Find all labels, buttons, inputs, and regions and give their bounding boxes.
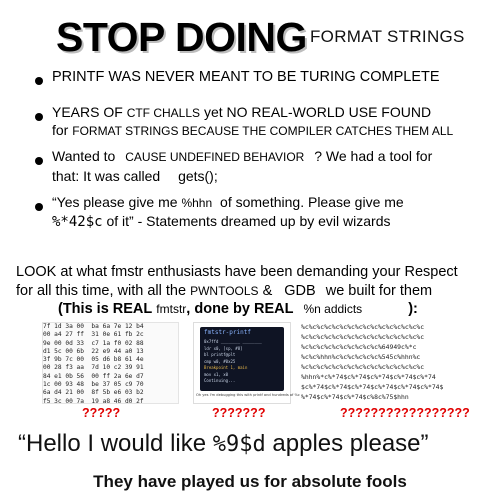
hexdump-panel: 7f 1d 3a 00 ba 6a 7e 12 b4 00 a4 27 ff 3… [42, 322, 179, 404]
bullet-2-part: for [52, 122, 69, 138]
bullet-1-text: PRINTF WAS NEVER MEANT TO BE TURING COMP… [52, 69, 440, 85]
bullet-4-part: %hhn [181, 196, 213, 210]
bullet-4-part: of it” - Statements dreamed up by [106, 213, 315, 229]
question-marks-3: ????????????????? [340, 406, 470, 420]
payload-panel: %c%c%c%c%c%c%c%c%c%c%c%c%c%c%c%c %c%c%c%… [301, 322, 497, 402]
apples-quote: “Hello I would like %9$d apples please” [18, 430, 429, 458]
bullet-dot [35, 203, 43, 211]
look-part: fmtstr [156, 302, 187, 316]
look-part: & [262, 283, 273, 299]
bullet-dot [35, 113, 43, 121]
look-part: (This is REAL [58, 301, 153, 317]
look-line-1: LOOK at what fmstr enthusiasts have been… [16, 264, 458, 280]
look-line-3: (This is REAL fmtstr, done by REAL %n ad… [58, 301, 418, 317]
bullet-2-part: yet NO REAL-WORLD USE FOUND [203, 104, 432, 120]
bullet-4-part: evil wizards [318, 213, 391, 229]
bullet-4-part: %*42$c [52, 214, 103, 230]
bullet-2-line-2: for FORMAT STRINGS BECAUSE THE COMPILER … [52, 122, 453, 138]
terminal-screen: fmtstr-printf 0x7ffd ________ ________ l… [200, 327, 284, 391]
look-part: , done by REAL [186, 301, 294, 317]
meme-subtitle: FORMAT STRINGS [310, 27, 465, 46]
terminal-lines: 0x7ffd ________ ________ ldr x0, [sp, #8… [204, 339, 282, 385]
look-part: LOOK at what [16, 264, 108, 280]
bullet-2-part: FORMAT STRINGS BECAUSE THE COMPILER CATC… [72, 124, 454, 138]
bullet-2-part: CTF CHALLS [126, 106, 201, 120]
bullet-2-part: YEARS OF [52, 104, 123, 120]
question-marks-1: ????? [82, 406, 121, 420]
quote-part: apples please” [272, 430, 429, 457]
bullet-3-part: CAUSE UNDEFINED BEHAVIOR [125, 150, 305, 164]
look-part: enthusiasts have been demanding your Res… [147, 264, 458, 280]
look-part: for all this time, with all the [16, 283, 187, 299]
bullet-dot [35, 77, 43, 85]
bullet-3-part: that: It was called [52, 168, 161, 184]
bullet-4-line-2: %*42$c of it” - Statements dreamed up by… [52, 213, 390, 230]
question-marks-2: ??????? [212, 406, 266, 420]
footer-punchline: They have played us for absolute fools [93, 472, 407, 491]
bullet-4-part: of something. Please give me [220, 194, 404, 210]
look-part: ): [408, 301, 418, 317]
look-part: GDB [284, 283, 316, 299]
look-line-2: for all this time, with all the PWNTOOLS… [16, 283, 432, 299]
look-part: %n addicts [303, 302, 363, 316]
terminal-caption: Oh yes I'm debugging this with printf an… [196, 393, 300, 397]
bullet-dot [35, 157, 43, 165]
terminal-title: fmtstr-printf [204, 329, 251, 336]
look-part: fmstr [111, 264, 144, 280]
bullet-3-line-1: Wanted to CAUSE UNDEFINED BEHAVIOR ? We … [52, 148, 432, 164]
look-part: PWNTOOLS [190, 284, 259, 298]
bullet-3-part: Wanted to [52, 148, 116, 164]
bullet-4-part: “Yes please give me [52, 194, 178, 210]
terminal-panel: fmtstr-printf 0x7ffd ________ ________ l… [193, 322, 300, 404]
quote-part: “Hello I would like [18, 430, 207, 457]
bullet-3-part: gets(); [178, 168, 218, 184]
bullet-2-line-1: YEARS OF CTF CHALLS yet NO REAL-WORLD US… [52, 104, 431, 120]
terminal-line: Continuing... [204, 378, 236, 383]
look-part: we built for them [325, 283, 433, 299]
bullet-3-part: ? We had a tool for [314, 148, 433, 164]
quote-format-specifier: %9$d [212, 432, 266, 457]
meme-title: STOP DOING [56, 14, 307, 60]
bullet-3-line-2: that: It was called gets(); [52, 168, 218, 184]
bullet-4-line-1: “Yes please give me %hhn of something. P… [52, 194, 404, 210]
